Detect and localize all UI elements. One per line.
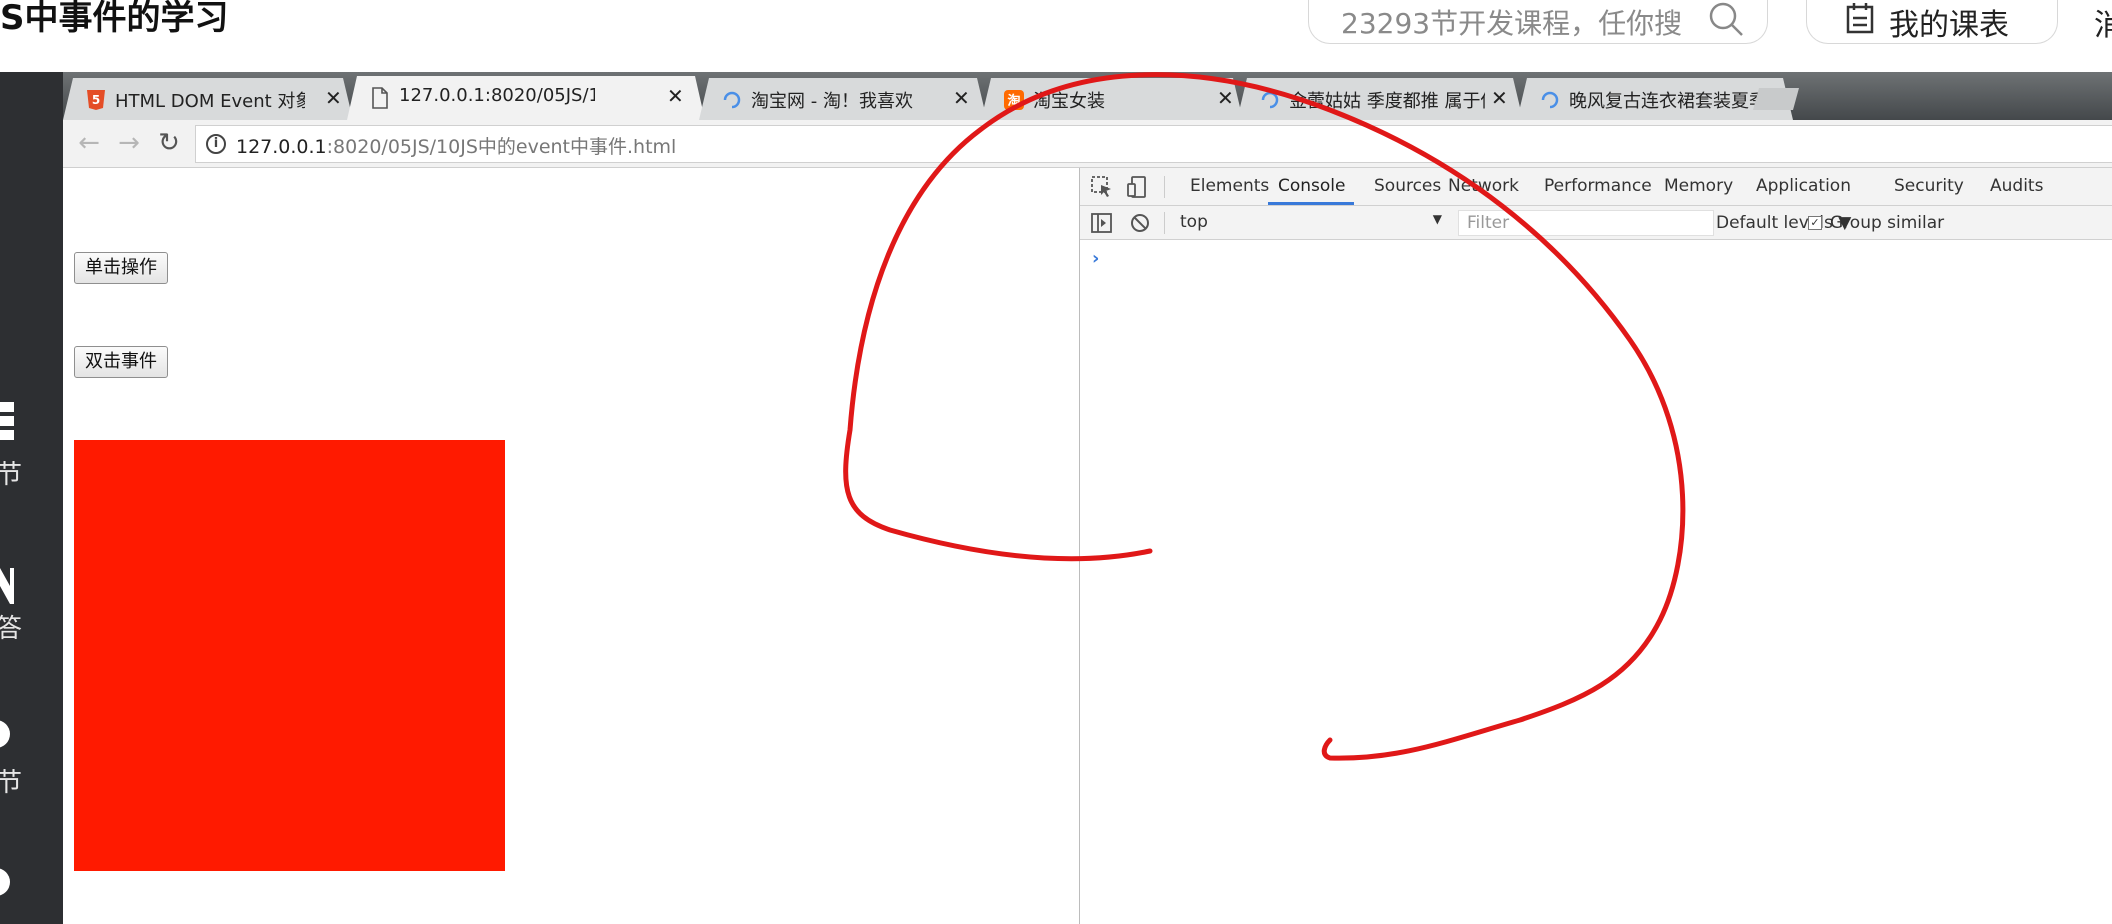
sidebar-item-qa[interactable]: 答 — [0, 566, 63, 666]
console-toolbar: top ▼ Filter Default levels ▼ ✓ Group si… — [1080, 206, 2112, 240]
tab-title: 金蕾姑姑 季度都推 属于你 — [1289, 91, 1485, 112]
my-schedule-label: 我的课表 — [1889, 8, 2009, 43]
sidebar-item-label: 节 — [0, 460, 23, 490]
course-search-input[interactable]: 23293节开发课程，任你搜 — [1341, 2, 1682, 42]
toolbar-divider — [1164, 212, 1165, 234]
course-sidebar: 节 答 节 — [0, 72, 63, 924]
sidebar-item-notes[interactable]: 节 — [0, 712, 63, 812]
circle-icon — [0, 868, 10, 896]
course-header: S中事件的学习 23293节开发课程，任你搜 我的课表 消 — [0, 0, 2112, 72]
dropdown-arrow-icon: ▼ — [1432, 212, 1442, 226]
search-icon[interactable] — [1707, 0, 1745, 38]
tab-network[interactable]: Network — [1448, 176, 1519, 196]
new-tab-button[interactable] — [1753, 88, 1799, 110]
tab-product-2[interactable]: 晚风复古连衣裙套装夏季 ✕ — [1517, 78, 1793, 120]
devtools-tab-bar: Elements Console Sources Network Perform… — [1080, 168, 2112, 206]
tab-title: 127.0.0.1:8020/05JS/10 — [399, 85, 595, 106]
dblclick-button[interactable]: 双击事件 — [74, 346, 168, 378]
console-filter-input[interactable]: Filter — [1458, 210, 1714, 236]
tab-title: 晚风复古连衣裙套装夏季 — [1569, 91, 1765, 112]
header-overflow-text[interactable]: 消 — [2094, 0, 2112, 44]
note-icon — [0, 720, 10, 748]
chapter-icon — [0, 402, 14, 440]
schedule-icon — [1846, 3, 1874, 34]
toolbar-divider — [1164, 176, 1165, 198]
browser-window: 5 HTML DOM Event 对象 ✕ 127.0.0.1:8020/05J… — [63, 72, 2112, 924]
sidebar-item-label: 节 — [0, 768, 23, 798]
close-icon[interactable]: ✕ — [667, 84, 684, 108]
tab-console[interactable]: Console — [1278, 176, 1346, 196]
loading-icon — [1259, 89, 1281, 111]
tab-memory[interactable]: Memory — [1664, 176, 1733, 196]
context-value: top — [1180, 212, 1208, 232]
tab-elements[interactable]: Elements — [1190, 176, 1269, 196]
url-text[interactable]: 127.0.0.1:8020/05JS/10JS中的event中事件.html — [236, 132, 676, 159]
tab-audits[interactable]: Audits — [1990, 176, 2043, 196]
red-box[interactable] — [74, 440, 505, 871]
close-icon[interactable]: ✕ — [953, 86, 970, 110]
tab-title: 淘宝女装 — [1033, 91, 1105, 112]
group-similar-checkbox[interactable]: ✓ — [1808, 216, 1822, 230]
back-icon[interactable]: ← — [73, 128, 105, 160]
loading-icon — [1539, 89, 1561, 111]
tab-html-dom-event[interactable]: 5 HTML DOM Event 对象 ✕ — [63, 78, 353, 120]
click-button[interactable]: 单击操作 — [74, 252, 168, 284]
sidebar-item-label: 答 — [0, 614, 23, 644]
inspect-icon[interactable] — [1090, 175, 1114, 199]
address-bar[interactable]: i 127.0.0.1:8020/05JS/10JS中的event中事件.htm… — [195, 125, 2112, 163]
qa-icon — [0, 568, 14, 604]
tab-performance[interactable]: Performance — [1544, 176, 1652, 196]
close-icon[interactable]: ✕ — [325, 86, 342, 110]
tab-application[interactable]: Application — [1756, 176, 1851, 196]
tab-strip: 5 HTML DOM Event 对象 ✕ 127.0.0.1:8020/05J… — [63, 72, 2112, 120]
url-path: :8020/05JS/10JS中的event中事件.html — [326, 136, 677, 158]
device-toolbar-icon[interactable] — [1126, 175, 1150, 199]
sidebar-item-chapters[interactable]: 节 — [0, 402, 63, 502]
tab-local-page[interactable]: 127.0.0.1:8020/05JS/10 ✕ — [347, 76, 705, 120]
show-sidebar-icon[interactable] — [1090, 211, 1114, 235]
my-schedule-button[interactable]: 我的课表 — [1806, 0, 2058, 44]
reload-icon[interactable]: ↻ — [153, 128, 185, 160]
course-search-box[interactable]: 23293节开发课程，任你搜 — [1308, 0, 1768, 44]
page-viewport: 单击操作 双击事件 — [63, 168, 1079, 924]
close-icon[interactable]: ✕ — [1491, 86, 1508, 110]
clear-console-icon[interactable] — [1128, 211, 1152, 235]
tab-title: HTML DOM Event 对象 — [115, 91, 305, 112]
html5-icon: 5 — [85, 89, 107, 111]
url-host: 127.0.0.1 — [236, 136, 327, 158]
sidebar-item-more[interactable] — [0, 860, 63, 920]
taobao-icon: 淘 — [1003, 89, 1025, 111]
svg-text:5: 5 — [92, 93, 100, 107]
tab-sources[interactable]: Sources — [1374, 176, 1441, 196]
forward-icon[interactable]: → — [113, 128, 145, 160]
close-icon[interactable]: ✕ — [1217, 86, 1234, 110]
console-prompt[interactable]: › — [1092, 248, 1099, 269]
svg-text:淘: 淘 — [1007, 93, 1020, 109]
page-icon — [369, 87, 391, 109]
tab-security[interactable]: Security — [1894, 176, 1964, 196]
loading-icon — [721, 89, 743, 111]
info-icon[interactable]: i — [206, 134, 226, 154]
devtools-panel: Elements Console Sources Network Perform… — [1079, 168, 2112, 924]
tab-taobao[interactable]: 淘宝网 - 淘！我喜欢 ✕ — [699, 78, 987, 120]
tab-product-1[interactable]: 金蕾姑姑 季度都推 属于你 ✕ — [1237, 78, 1523, 120]
course-title: S中事件的学习 — [0, 0, 229, 38]
group-similar-label: Group similar — [1830, 213, 1945, 233]
tab-title: 淘宝网 - 淘！我喜欢 — [751, 91, 913, 112]
tab-taobao-women[interactable]: 淘 淘宝女装 ✕ — [981, 78, 1243, 120]
context-selector[interactable]: top ▼ — [1180, 212, 1450, 234]
browser-toolbar: ← → ↻ i 127.0.0.1:8020/05JS/10JS中的event中… — [63, 120, 2112, 168]
active-tab-indicator — [1268, 202, 1354, 205]
